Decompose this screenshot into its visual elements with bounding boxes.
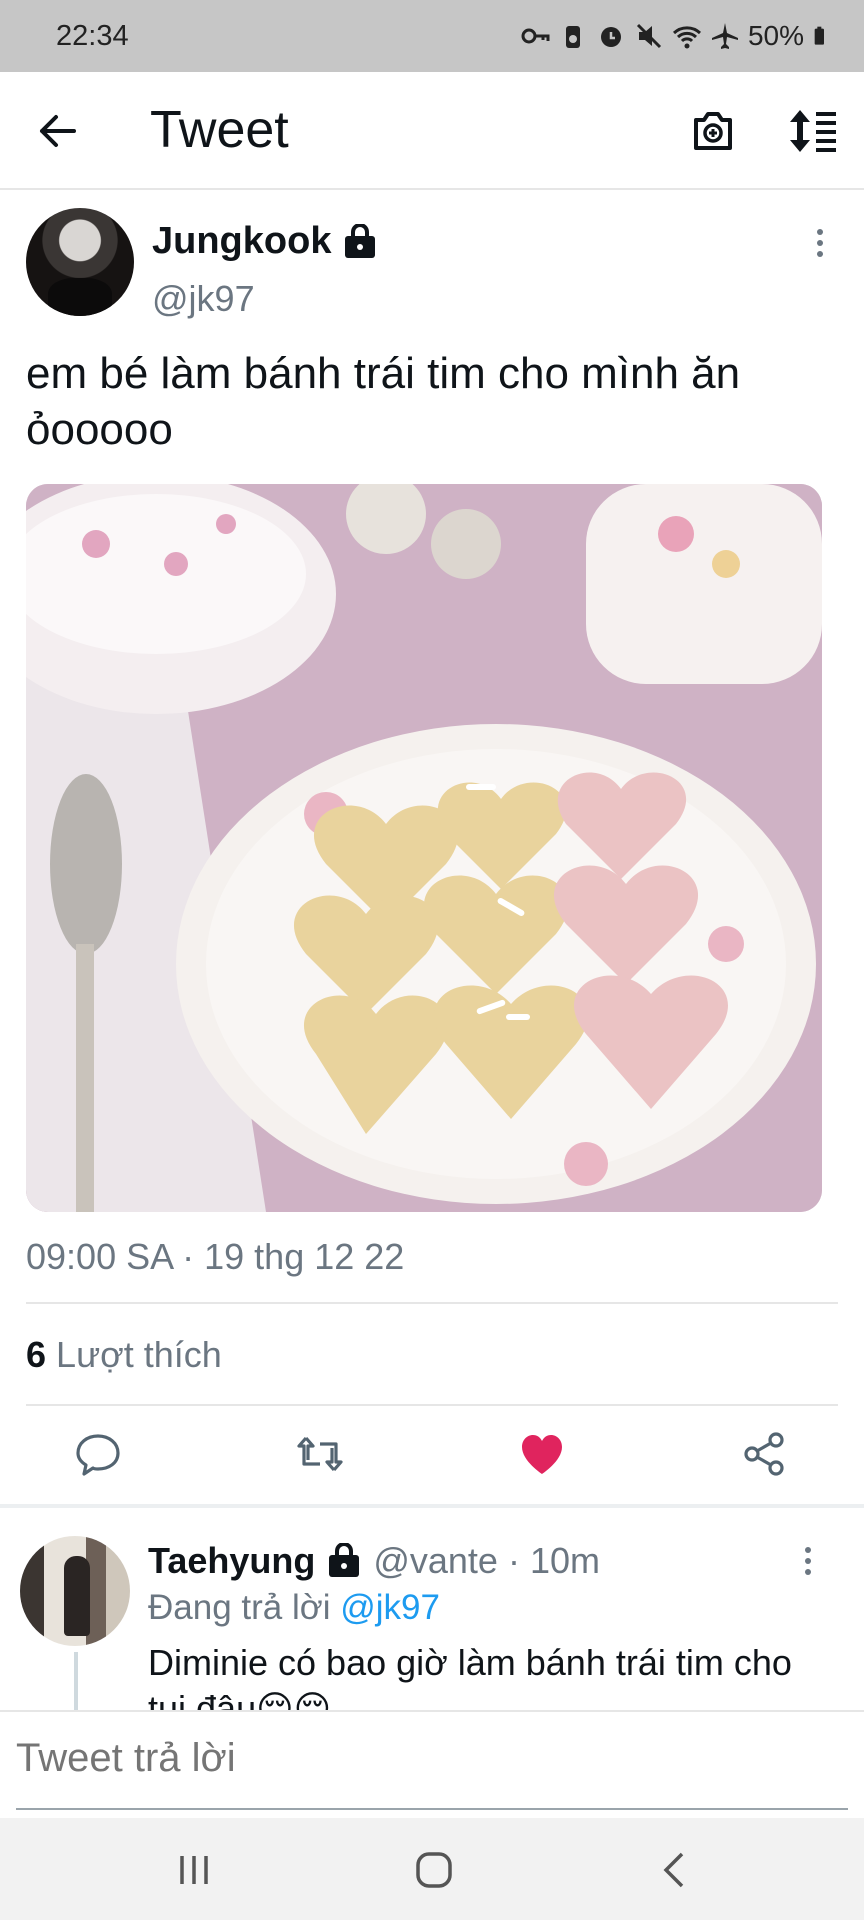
more-options-icon[interactable] (810, 228, 830, 258)
section-separator (0, 1504, 864, 1508)
reply-header: Taehyung @vante · 10m (148, 1540, 600, 1582)
replying-to: Đang trả lời @jk97 (148, 1588, 440, 1628)
reply-icon[interactable] (74, 1430, 122, 1478)
divider (26, 1302, 838, 1304)
avatar[interactable] (26, 208, 134, 316)
tweet-photo[interactable] (26, 484, 822, 1212)
mute-icon (636, 23, 662, 49)
battery-percent: 50% (747, 20, 804, 51)
top-app-bar: Tweet (0, 72, 864, 190)
airplane-icon (711, 23, 738, 49)
back-arrow-icon[interactable] (34, 108, 80, 154)
replying-prefix: Đang trả lời (148, 1588, 331, 1627)
battery-saver-icon (565, 26, 580, 48)
author-handle[interactable]: @jk97 (152, 278, 255, 320)
likes-count[interactable]: 6 Lượt thích (26, 1334, 222, 1376)
tweet-author[interactable]: Jungkook (152, 220, 377, 263)
home-icon[interactable] (412, 1848, 456, 1892)
status-icons: 50% (520, 20, 832, 52)
camera-icon[interactable] (688, 106, 738, 156)
sort-icon[interactable] (786, 106, 840, 156)
system-nav-bar (0, 1818, 864, 1920)
reply-author-name[interactable]: Taehyung (148, 1540, 315, 1582)
tweet-timestamp: 09:00 SA · 19 thg 12 22 (26, 1236, 405, 1277)
alarm-icon (600, 27, 621, 47)
page-title: Tweet (150, 101, 289, 159)
wifi-icon (672, 26, 701, 49)
input-underline (16, 1808, 848, 1810)
thread-line (74, 1652, 78, 1712)
share-icon[interactable] (740, 1430, 788, 1478)
tweet-text: em bé làm bánh trái tim cho mình ăn ỏooo… (26, 349, 741, 454)
back-nav-icon[interactable] (654, 1848, 698, 1892)
divider (26, 1404, 838, 1406)
reply-more-options-icon[interactable] (798, 1546, 818, 1576)
key-icon (521, 28, 550, 44)
tweet-actions (0, 1410, 864, 1498)
like-icon[interactable] (518, 1430, 566, 1478)
status-bar: 22:34 50% (0, 0, 864, 72)
recent-apps-icon[interactable] (172, 1848, 216, 1892)
status-time: 22:34 (56, 19, 129, 52)
retweet-icon[interactable] (296, 1430, 344, 1478)
lock-icon (345, 223, 376, 258)
reply-handle-time: @vante · 10m (373, 1540, 600, 1581)
reply-text: Diminie có bao giờ làm bánh trái tim cho… (148, 1642, 792, 1710)
reply-input[interactable] (16, 1736, 848, 1781)
battery-icon (814, 26, 824, 45)
likes-label: Lượt thích (56, 1334, 222, 1375)
replying-mention[interactable]: @jk97 (340, 1588, 440, 1627)
lock-icon (329, 1543, 360, 1577)
reply-avatar[interactable] (20, 1536, 130, 1646)
reply-composer (0, 1710, 864, 1812)
likes-number: 6 (26, 1334, 47, 1375)
author-name: Jungkook (152, 220, 332, 262)
